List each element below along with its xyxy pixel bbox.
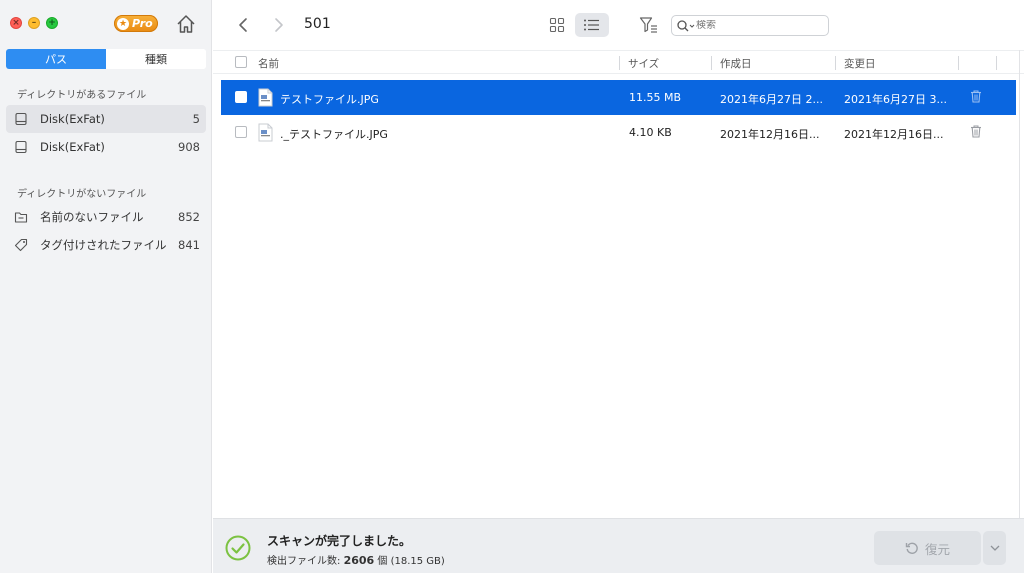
pro-badge-label: Pro (132, 17, 153, 30)
sidebar-item-label: タグ付けされたファイル (40, 238, 167, 252)
table-row[interactable]: テストファイル.JPG 11.55 MB 2021年6月27日 2... 202… (221, 80, 1016, 115)
trash-icon[interactable] (970, 90, 982, 103)
close-window-button[interactable]: × (10, 17, 22, 29)
column-header-modified[interactable]: 変更日 (844, 56, 876, 71)
sidebar-item-count: 841 (178, 238, 200, 252)
chevron-right-icon (275, 18, 283, 32)
image-file-icon (258, 88, 273, 107)
file-modified-date: 2021年12月16日... (844, 128, 944, 141)
sidebar-item-disk-exfat-1[interactable]: Disk(ExFat) 5 (6, 105, 206, 133)
sidebar-item-label: Disk(ExFat) (40, 140, 105, 154)
search-icon (676, 19, 696, 33)
breadcrumb: 501 (304, 16, 331, 32)
scan-status-summary: 検出ファイル数: 2606 個 (18.15 GB) (267, 552, 445, 567)
home-icon (177, 15, 195, 33)
filter-button[interactable] (638, 14, 660, 36)
recover-button-label: 復元 (924, 541, 950, 557)
minimize-icon: – (31, 18, 37, 28)
file-size: 4.10 KB (629, 126, 672, 139)
restore-icon (905, 542, 918, 554)
column-header-name[interactable]: 名前 (258, 56, 279, 71)
forward-button[interactable] (269, 15, 287, 35)
sidebar-item-unnamed-files[interactable]: 名前のないファイル 852 (6, 203, 206, 231)
grid-icon (549, 17, 565, 33)
section-heading-without-directory: ディレクトリがないファイル (17, 189, 147, 200)
sidebar-item-label: Disk(ExFat) (40, 112, 105, 126)
zoom-icon: + (48, 18, 56, 28)
pro-badge[interactable]: ★ Pro (114, 15, 158, 32)
close-icon: × (12, 18, 20, 28)
section-heading-with-directory: ディレクトリがあるファイル (17, 90, 147, 101)
sidebar: × – + ★ Pro パス 種類 ディレクトリがあるファイル Disk(ExF… (0, 0, 212, 573)
column-divider[interactable] (835, 56, 836, 70)
sidebar-item-label: 名前のないファイル (40, 210, 144, 224)
table-row[interactable]: ._テストファイル.JPG 4.10 KB 2021年12月16日... 202… (221, 115, 1016, 150)
back-button[interactable] (235, 15, 253, 35)
drive-icon (14, 140, 28, 154)
found-files-unit: 個 (377, 556, 388, 567)
vertical-scrollbar[interactable] (1019, 50, 1020, 518)
found-files-count: 2606 (343, 554, 375, 567)
search-input[interactable] (696, 20, 816, 31)
sidebar-item-count: 5 (192, 112, 200, 126)
grid-view-button[interactable] (540, 13, 574, 37)
zoom-window-button[interactable]: + (46, 17, 58, 29)
check-circle-icon (225, 535, 251, 561)
row-checkbox[interactable] (235, 126, 247, 138)
home-button[interactable] (175, 13, 197, 35)
tab-type[interactable]: 種類 (106, 49, 206, 69)
sidebar-view-toggle: パス 種類 (6, 49, 206, 69)
found-files-size: (18.15 GB) (390, 556, 445, 567)
tag-icon (14, 238, 28, 252)
sidebar-item-tagged-files[interactable]: タグ付けされたファイル 841 (6, 231, 206, 259)
status-bar: スキャンが完了しました。 検出ファイル数: 2606 個 (18.15 GB) … (213, 518, 1024, 573)
tab-path[interactable]: パス (6, 49, 106, 69)
recover-options-button[interactable] (983, 531, 1006, 565)
filter-icon (639, 17, 657, 33)
column-divider[interactable] (711, 56, 712, 70)
file-created-date: 2021年6月27日 2... (720, 93, 823, 106)
file-size: 11.55 MB (629, 91, 682, 104)
file-modified-date: 2021年6月27日 3... (844, 93, 947, 106)
recover-button[interactable]: 復元 (874, 531, 981, 565)
star-icon: ★ (117, 17, 129, 30)
column-divider[interactable] (619, 56, 620, 70)
file-name: テストファイル.JPG (280, 93, 379, 106)
search-field[interactable] (671, 15, 829, 36)
drive-icon (14, 112, 28, 126)
chevron-left-icon (239, 18, 247, 32)
column-header-size[interactable]: サイズ (628, 56, 659, 71)
app-window: × – + ★ Pro パス 種類 ディレクトリがあるファイル Disk(ExF… (0, 0, 1024, 573)
file-table-header: 名前 サイズ 作成日 変更日 (213, 50, 1024, 74)
column-divider[interactable] (996, 56, 997, 70)
sidebar-item-count: 852 (178, 210, 200, 224)
image-file-icon (258, 123, 273, 142)
list-view-button[interactable] (575, 13, 609, 37)
toolbar: 501 (213, 0, 1024, 50)
scan-status-title: スキャンが完了しました。 (267, 534, 412, 548)
file-created-date: 2021年12月16日... (720, 128, 820, 141)
select-all-checkbox[interactable] (235, 56, 247, 68)
found-files-label: 検出ファイル数: (267, 556, 341, 567)
row-checkbox[interactable] (235, 91, 247, 103)
sidebar-item-disk-exfat-2[interactable]: Disk(ExFat) 908 (6, 133, 206, 161)
file-name: ._テストファイル.JPG (280, 128, 388, 141)
trash-icon[interactable] (970, 125, 982, 138)
chevron-down-icon (990, 545, 999, 551)
list-icon (584, 19, 599, 31)
sidebar-item-count: 908 (178, 140, 200, 154)
column-header-created[interactable]: 作成日 (720, 56, 752, 71)
column-divider[interactable] (958, 56, 959, 70)
minimize-window-button[interactable]: – (28, 17, 40, 29)
folder-icon (14, 210, 28, 224)
